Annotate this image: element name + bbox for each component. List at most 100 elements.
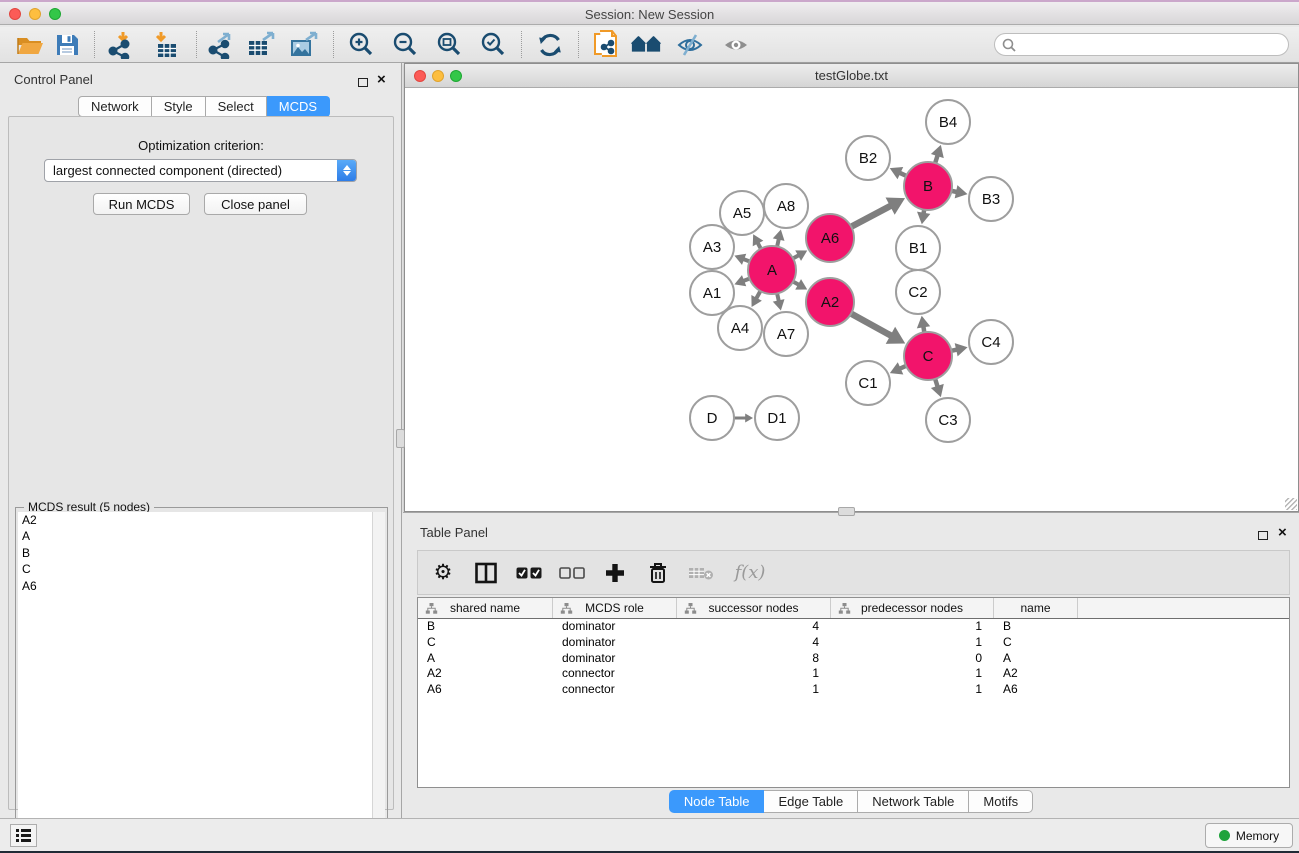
graph-edge-A2-C[interactable]: [848, 312, 891, 336]
search-box[interactable]: [994, 33, 1289, 56]
result-item[interactable]: C: [18, 561, 372, 577]
graph-node-D[interactable]: D: [690, 396, 734, 440]
float-table-panel-icon[interactable]: [1258, 527, 1268, 545]
export-table-button[interactable]: [245, 29, 277, 61]
hide-panels-button[interactable]: [674, 29, 706, 61]
export-image-button[interactable]: [288, 29, 320, 61]
table-row[interactable]: Adominator80A: [418, 651, 1289, 667]
result-item[interactable]: A2: [18, 512, 372, 528]
graph-node-C1[interactable]: C1: [846, 361, 890, 405]
graph-node-A2[interactable]: A2: [806, 278, 854, 326]
table-cell[interactable]: 1: [831, 682, 994, 698]
refresh-button[interactable]: [534, 29, 566, 61]
tab-motifs[interactable]: Motifs: [969, 790, 1033, 813]
graph-node-A1[interactable]: A1: [690, 271, 734, 315]
zoom-selected-button[interactable]: [477, 29, 509, 61]
table-cell[interactable]: 1: [831, 619, 994, 635]
run-mcds-button[interactable]: Run MCDS: [93, 193, 190, 215]
graph-node-B2[interactable]: B2: [846, 136, 890, 180]
table-cell[interactable]: A: [418, 651, 553, 667]
task-history-button[interactable]: [10, 824, 37, 847]
tab-node-table[interactable]: Node Table: [669, 790, 765, 813]
show-all-networks-button[interactable]: [630, 29, 662, 61]
table-cell[interactable]: A2: [418, 666, 553, 682]
zoom-fit-button[interactable]: [433, 29, 465, 61]
column-header-shared-name[interactable]: shared name: [418, 598, 553, 618]
result-item[interactable]: A6: [18, 578, 372, 594]
table-cell[interactable]: 8: [677, 651, 831, 667]
optimization-criterion-dropdown[interactable]: largest connected component (directed): [44, 159, 357, 182]
new-network-from-file-button[interactable]: [590, 29, 622, 61]
table-cell[interactable]: B: [418, 619, 553, 635]
open-session-button[interactable]: [14, 29, 46, 61]
graph-node-D1[interactable]: D1: [755, 396, 799, 440]
result-scrollbar[interactable]: [372, 512, 385, 849]
graph-node-B1[interactable]: B1: [896, 226, 940, 270]
table-row[interactable]: Cdominator41C: [418, 635, 1289, 651]
graph-node-C3[interactable]: C3: [926, 398, 970, 442]
resize-corner-handle[interactable]: [1285, 498, 1297, 510]
graph-node-A4[interactable]: A4: [718, 306, 762, 350]
tab-network-table[interactable]: Network Table: [858, 790, 969, 813]
table-cell[interactable]: 1: [677, 682, 831, 698]
show-panels-button[interactable]: [720, 29, 752, 61]
table-cell[interactable]: A: [994, 651, 1078, 667]
table-cell[interactable]: connector: [553, 682, 677, 698]
table-cell[interactable]: C: [994, 635, 1078, 651]
graph-node-A[interactable]: A: [748, 246, 796, 294]
table-row[interactable]: A6connector11A6: [418, 682, 1289, 698]
column-header-successor-nodes[interactable]: successor nodes: [677, 598, 831, 618]
tab-mcds[interactable]: MCDS: [267, 96, 330, 117]
table-cell[interactable]: A6: [418, 682, 553, 698]
import-table-button[interactable]: [150, 29, 182, 61]
graph-node-A7[interactable]: A7: [764, 312, 808, 356]
table-options-button[interactable]: ⚙: [430, 560, 456, 586]
graph-edge-A6-B[interactable]: [849, 206, 891, 229]
table-cell[interactable]: B: [994, 619, 1078, 635]
table-cell[interactable]: C: [418, 635, 553, 651]
table-cell[interactable]: dominator: [553, 651, 677, 667]
graph-node-A6[interactable]: A6: [806, 214, 854, 262]
table-cell[interactable]: 1: [831, 666, 994, 682]
result-item[interactable]: B: [18, 545, 372, 561]
table-cell[interactable]: 1: [831, 635, 994, 651]
function-builder-button[interactable]: f(x): [731, 560, 769, 586]
graph-node-B3[interactable]: B3: [969, 177, 1013, 221]
graph-node-B[interactable]: B: [904, 162, 952, 210]
tab-style[interactable]: Style: [152, 96, 206, 117]
table-cell[interactable]: 4: [677, 619, 831, 635]
close-panel-button[interactable]: Close panel: [204, 193, 307, 215]
zoom-in-button[interactable]: [345, 29, 377, 61]
import-network-button[interactable]: [104, 29, 136, 61]
horizontal-divider-handle[interactable]: [838, 507, 855, 516]
graph-node-C[interactable]: C: [904, 332, 952, 380]
table-cell[interactable]: A6: [994, 682, 1078, 698]
table-cell[interactable]: 1: [677, 666, 831, 682]
close-panel-icon[interactable]: ×: [377, 71, 386, 89]
export-network-button[interactable]: [204, 29, 236, 61]
close-table-panel-icon[interactable]: ×: [1278, 524, 1287, 542]
graph-node-A8[interactable]: A8: [764, 184, 808, 228]
table-cell[interactable]: 4: [677, 635, 831, 651]
select-all-button[interactable]: [516, 560, 542, 586]
float-panel-icon[interactable]: [358, 74, 368, 92]
graph-node-A5[interactable]: A5: [720, 191, 764, 235]
table-cell[interactable]: dominator: [553, 635, 677, 651]
table-row[interactable]: A2connector11A2: [418, 666, 1289, 682]
tab-edge-table[interactable]: Edge Table: [764, 790, 858, 813]
network-graph-canvas[interactable]: B4B2BB3A5A8A6B1A3AA1C2A2A4A7CC4C1C3DD1: [405, 88, 1298, 511]
graph-node-A3[interactable]: A3: [690, 225, 734, 269]
table-cell[interactable]: connector: [553, 666, 677, 682]
vertical-divider-handle[interactable]: [396, 429, 405, 448]
table-cell[interactable]: dominator: [553, 619, 677, 635]
column-header-predecessor-nodes[interactable]: predecessor nodes: [831, 598, 994, 618]
delete-table-button[interactable]: [688, 560, 714, 586]
zoom-out-button[interactable]: [389, 29, 421, 61]
tab-network[interactable]: Network: [78, 96, 152, 117]
memory-button[interactable]: Memory: [1205, 823, 1293, 848]
table-cell[interactable]: 0: [831, 651, 994, 667]
graph-node-C4[interactable]: C4: [969, 320, 1013, 364]
graph-node-C2[interactable]: C2: [896, 270, 940, 314]
save-session-button[interactable]: [51, 29, 83, 61]
search-input[interactable]: [1017, 38, 1267, 52]
